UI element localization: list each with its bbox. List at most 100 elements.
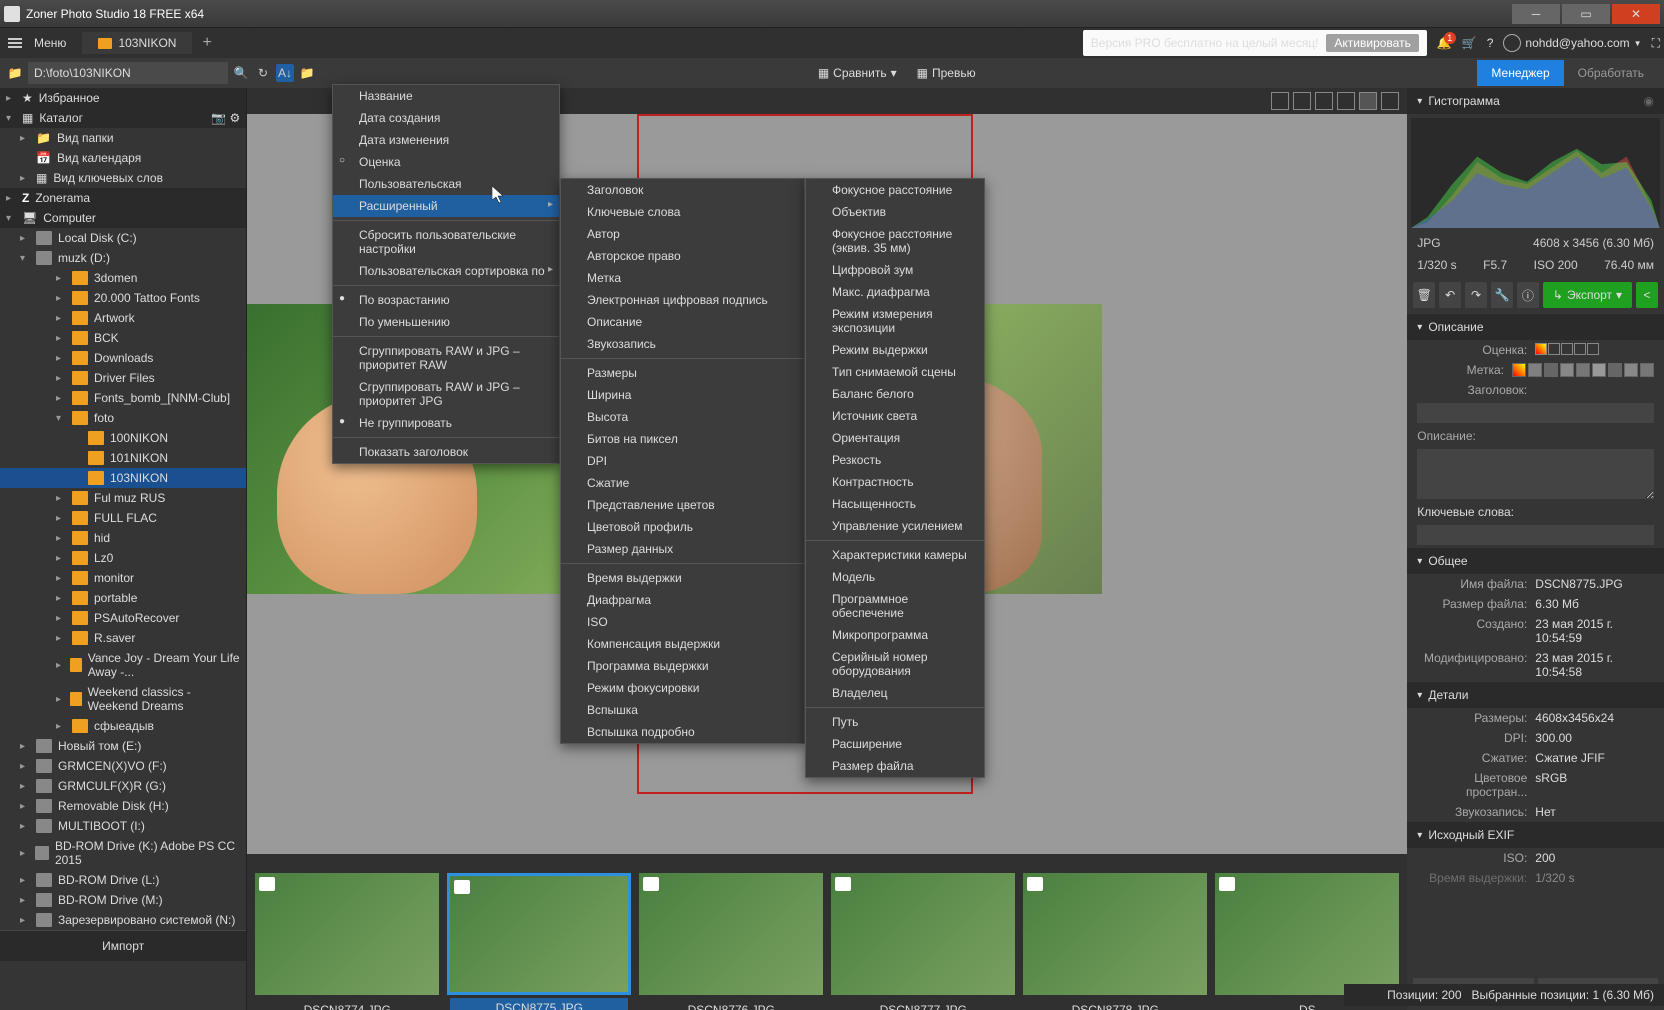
fix-icon[interactable]: 🔧 xyxy=(1491,282,1513,308)
keywords-input[interactable] xyxy=(1417,525,1654,545)
label-colors[interactable] xyxy=(1512,363,1654,377)
menu-item[interactable]: Размеры xyxy=(561,362,804,384)
preview-button[interactable]: ▦ Превью xyxy=(909,62,984,84)
tree-drive[interactable]: ▸Новый том (E:) xyxy=(0,736,246,756)
menu-item[interactable]: Описание xyxy=(561,311,804,333)
user-menu[interactable]: nohdd@yahoo.com ▼ xyxy=(1503,34,1641,52)
menu-item[interactable]: Представление цветов xyxy=(561,494,804,516)
tree-folder[interactable]: ▸PSAutoRecover xyxy=(0,608,246,628)
tree-folder[interactable]: ▸Downloads xyxy=(0,348,246,368)
tree-folder[interactable]: ▸FULL FLAC xyxy=(0,508,246,528)
tab-folder[interactable]: 103NIKON xyxy=(82,32,192,54)
menu-item[interactable]: Дата изменения xyxy=(333,129,559,151)
menu-item[interactable]: Время выдержки xyxy=(561,567,804,589)
menu-extended[interactable]: Расширенный▸ xyxy=(333,195,559,217)
view-mode-5[interactable] xyxy=(1359,92,1377,110)
info-icon[interactable]: ⓘ xyxy=(1517,282,1539,308)
menu-item[interactable]: Показать заголовок xyxy=(333,441,559,463)
tree-folder[interactable]: ▸BCK xyxy=(0,328,246,348)
menu-item[interactable]: Источник света xyxy=(806,405,984,427)
sidebar-favorites[interactable]: ▸★Избранное xyxy=(0,88,246,108)
tree-drive[interactable]: ▸GRMCEN(X)VO (F:) xyxy=(0,756,246,776)
menu-item[interactable]: Авторское право xyxy=(561,245,804,267)
hamburger-icon[interactable] xyxy=(4,34,26,52)
menu-item[interactable]: Путь xyxy=(806,711,984,733)
thumbnail[interactable]: DSCN8778.JPG xyxy=(1023,873,1207,995)
general-header[interactable]: ▾Общее xyxy=(1407,548,1664,574)
rotate-left-icon[interactable]: ↶ xyxy=(1439,282,1461,308)
bell-icon[interactable]: 🔔1 xyxy=(1437,36,1452,50)
tree-drive[interactable]: ▸BD-ROM Drive (L:) xyxy=(0,870,246,890)
rating-stars[interactable] xyxy=(1535,343,1599,357)
sort-icon[interactable]: A↓ xyxy=(276,64,294,82)
menu-item[interactable]: Компенсация выдержки xyxy=(561,633,804,655)
share-icon[interactable]: < xyxy=(1636,282,1658,308)
thumbnail[interactable]: DSCN8775.JPG xyxy=(447,873,631,995)
menu-item[interactable]: ●По возрастанию xyxy=(333,289,559,311)
folder-up-icon[interactable]: 📁 xyxy=(6,64,24,82)
close-button[interactable]: ✕ xyxy=(1612,4,1660,24)
activate-button[interactable]: Активировать xyxy=(1326,34,1418,52)
menu-item[interactable]: Режим выдержки xyxy=(806,339,984,361)
tree-folder[interactable]: ▸сфыеадыв xyxy=(0,716,246,736)
menu-item[interactable]: Расширение xyxy=(806,733,984,755)
menu-item[interactable]: Ключевые слова xyxy=(561,201,804,223)
compare-button[interactable]: ▦ Сравнить ▾ xyxy=(810,62,905,84)
menu-item[interactable]: Владелец xyxy=(806,682,984,704)
tree-folder[interactable]: ▸Driver Files xyxy=(0,368,246,388)
view-mode-2[interactable] xyxy=(1293,92,1311,110)
details-header[interactable]: ▾Детали xyxy=(1407,682,1664,708)
tree-drive[interactable]: ▸BD-ROM Drive (M:) xyxy=(0,890,246,910)
tree-drive[interactable]: ▸GRMCULF(X)R (G:) xyxy=(0,776,246,796)
menu-item[interactable]: Цифровой зум xyxy=(806,259,984,281)
thumbnail[interactable]: DS xyxy=(1215,873,1399,995)
tree-folder[interactable]: ▸Lz0 xyxy=(0,548,246,568)
menu-item[interactable]: Фокусное расстояние xyxy=(806,179,984,201)
menu-item[interactable]: ISO xyxy=(561,611,804,633)
view-mode-4[interactable] xyxy=(1337,92,1355,110)
thumbnail[interactable]: DSCN8777.JPG xyxy=(831,873,1015,995)
tree-folder[interactable]: ▸portable xyxy=(0,588,246,608)
menu-item[interactable]: По уменьшению xyxy=(333,311,559,333)
tree-muzk[interactable]: ▾muzk (D:) xyxy=(0,248,246,268)
sidebar-cat-keywords[interactable]: ▸▦Вид ключевых слов xyxy=(0,168,246,188)
new-folder-icon[interactable]: 📁 xyxy=(298,64,316,82)
maximize-button[interactable]: ▭ xyxy=(1562,4,1610,24)
menu-item[interactable]: Объектив xyxy=(806,201,984,223)
menu-item[interactable]: Фокусное расстояние (эквив. 35 мм) xyxy=(806,223,984,259)
menu-item[interactable]: Автор xyxy=(561,223,804,245)
menu-item[interactable]: Высота xyxy=(561,406,804,428)
menu-item[interactable]: Серийный номер оборудования xyxy=(806,646,984,682)
delete-icon[interactable]: 🗑 xyxy=(1413,282,1435,308)
thumbnail[interactable]: DSCN8774.JPG xyxy=(255,873,439,995)
tree-folder[interactable]: ▸Artwork xyxy=(0,308,246,328)
menu-item[interactable]: ●Не группировать xyxy=(333,412,559,434)
menu-item[interactable]: Контрастность xyxy=(806,471,984,493)
rotate-right-icon[interactable]: ↷ xyxy=(1465,282,1487,308)
menu-item[interactable]: Метка xyxy=(561,267,804,289)
title-input[interactable] xyxy=(1417,403,1654,423)
menu-item[interactable]: Режим измерения экспозиции xyxy=(806,303,984,339)
menu-item[interactable]: Заголовок xyxy=(561,179,804,201)
menu-item[interactable]: Вспышка подробно xyxy=(561,721,804,743)
menu-item[interactable]: DPI xyxy=(561,450,804,472)
view-mode-3[interactable] xyxy=(1315,92,1333,110)
tree-folder[interactable]: ▸Fonts_bomb_[NNM-Club] xyxy=(0,388,246,408)
menu-item[interactable]: Ориентация xyxy=(806,427,984,449)
menu-item[interactable]: Битов на пиксел xyxy=(561,428,804,450)
thumbnail[interactable]: DSCN8776.JPG xyxy=(639,873,823,995)
process-button[interactable]: Обработать xyxy=(1564,60,1658,86)
tree-drive[interactable]: ▸MULTIBOOT (I:) xyxy=(0,816,246,836)
menu-item[interactable]: Программа выдержки xyxy=(561,655,804,677)
import-button[interactable]: Импорт xyxy=(0,930,246,961)
menu-item[interactable]: ○Оценка xyxy=(333,151,559,173)
minimize-button[interactable]: ─ xyxy=(1512,4,1560,24)
histogram-header[interactable]: ▾Гистограмма◉ xyxy=(1407,88,1664,114)
menu-item[interactable]: Резкость xyxy=(806,449,984,471)
tree-folder[interactable]: ▸monitor xyxy=(0,568,246,588)
menu-item[interactable]: Сгруппировать RAW и JPG – приоритет RAW xyxy=(333,340,559,376)
exif-header[interactable]: ▾Исходный EXIF xyxy=(1407,822,1664,848)
help-icon[interactable]: ? xyxy=(1487,36,1494,50)
menu-item[interactable]: Звукозапись xyxy=(561,333,804,355)
path-input[interactable] xyxy=(28,62,228,84)
